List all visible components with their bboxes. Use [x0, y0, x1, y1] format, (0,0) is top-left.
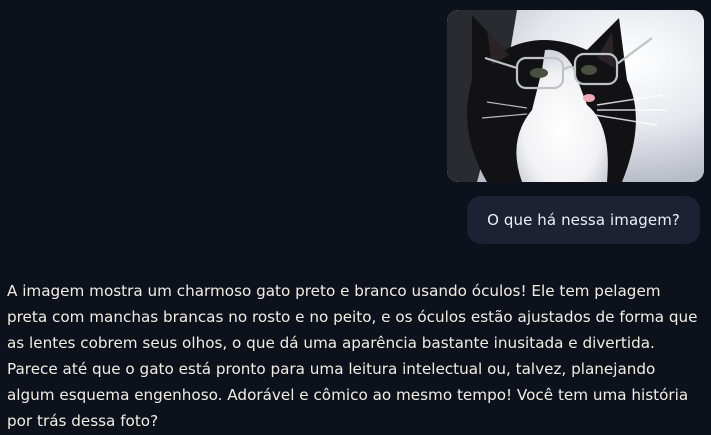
chat-thread: O que há nessa imagem? A imagem mostra u…	[0, 0, 711, 435]
assistant-message: A imagem mostra um charmoso gato preto e…	[7, 278, 705, 434]
user-message-text: O que há nessa imagem?	[487, 211, 680, 229]
user-uploaded-image[interactable]	[447, 10, 704, 182]
cat-with-glasses-photo	[447, 10, 704, 182]
user-message-bubble: O que há nessa imagem?	[467, 196, 700, 244]
assistant-message-text: A imagem mostra um charmoso gato preto e…	[7, 282, 698, 430]
